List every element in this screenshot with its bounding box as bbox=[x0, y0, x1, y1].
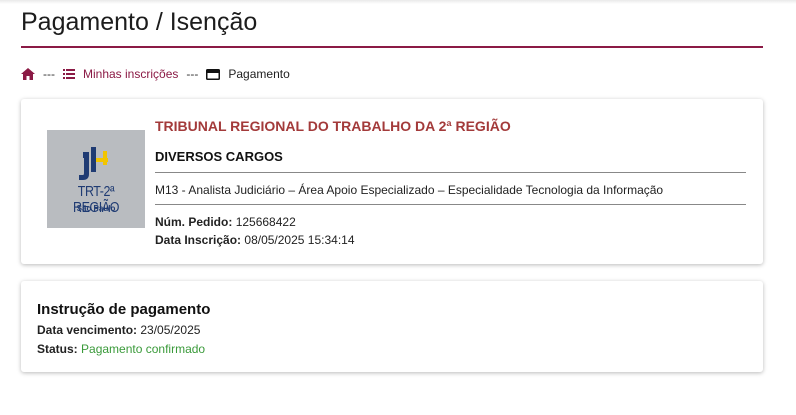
payment-card-icon bbox=[206, 68, 221, 80]
divider bbox=[155, 172, 746, 173]
top-shadow bbox=[0, 0, 796, 4]
due-date-label: Data vencimento: bbox=[37, 323, 138, 337]
breadcrumb-current-pagamento: Pagamento bbox=[228, 67, 290, 81]
home-icon[interactable] bbox=[21, 68, 35, 80]
payment-instruction-title: Instrução de pagamento bbox=[37, 301, 211, 318]
payment-status-label: Status: bbox=[37, 342, 78, 356]
due-date-row: Data vencimento: 23/05/2025 bbox=[37, 323, 200, 337]
logo-subtitle: São Paulo bbox=[76, 204, 116, 213]
order-number-label: Núm. Pedido: bbox=[155, 215, 233, 229]
due-date-value: 23/05/2025 bbox=[140, 323, 201, 337]
registration-date-value: 08/05/2025 15:34:14 bbox=[244, 233, 355, 247]
registration-date-row: Data Inscrição: 08/05/2025 15:34:14 bbox=[155, 233, 355, 247]
position-description: M13 - Analista Judiciário – Área Apoio E… bbox=[155, 183, 664, 197]
payment-status-row: Status: Pagamento confirmado bbox=[37, 342, 205, 356]
breadcrumb-separator: --- bbox=[186, 67, 199, 81]
payment-status-value: Pagamento confirmado bbox=[81, 342, 206, 356]
order-number-row: Núm. Pedido: 125668422 bbox=[155, 215, 296, 229]
inscription-card: TRT-2ª REGIÃO São Paulo TRIBUNAL REGIONA… bbox=[21, 99, 763, 264]
registration-date-label: Data Inscrição: bbox=[155, 233, 242, 247]
list-icon bbox=[63, 69, 75, 79]
breadcrumb: --- Minhas inscrições --- Pagamento bbox=[21, 66, 290, 82]
page-title: Pagamento / Isenção bbox=[21, 8, 258, 36]
order-number-value: 125668422 bbox=[235, 215, 296, 229]
payment-instruction-card: Instrução de pagamento Data vencimento: … bbox=[21, 281, 763, 372]
breadcrumb-separator: --- bbox=[43, 67, 55, 81]
organization-name: TRIBUNAL REGIONAL DO TRABALHO DA 2ª REGI… bbox=[155, 118, 511, 134]
title-divider bbox=[21, 46, 763, 48]
trt2-logo: TRT-2ª REGIÃO São Paulo bbox=[47, 130, 145, 228]
cargo-title: DIVERSOS CARGOS bbox=[155, 149, 283, 164]
divider bbox=[155, 204, 746, 205]
breadcrumb-minhas-inscricoes-link[interactable]: Minhas inscrições bbox=[83, 67, 178, 81]
